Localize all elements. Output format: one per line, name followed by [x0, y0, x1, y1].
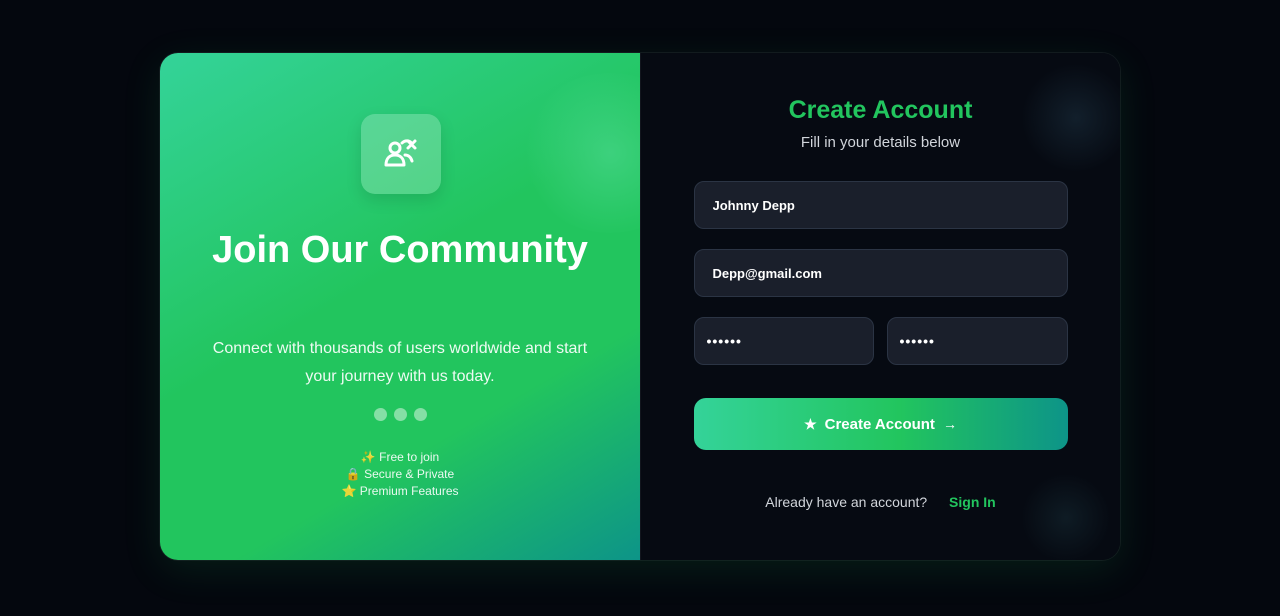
sparkles-icon: ✨	[360, 450, 376, 464]
signup-card: Join Our Community Connect with thousand…	[160, 53, 1120, 560]
feature-label: Premium Features	[359, 484, 459, 498]
feature-item: ✨ Free to join	[160, 449, 640, 466]
decorative-orb	[1020, 473, 1111, 560]
hero-subtitle: Connect with thousands of users worldwid…	[212, 340, 588, 385]
star-icon: ★	[804, 416, 817, 432]
full-name-input[interactable]	[693, 181, 1068, 229]
star-icon: ⭐	[341, 484, 357, 498]
create-account-label: Create Account	[824, 415, 935, 433]
feature-label: Free to join	[379, 450, 440, 464]
carousel-dot[interactable]	[393, 408, 407, 421]
sign-in-link[interactable]: Sign In	[949, 494, 996, 510]
carousel-dot[interactable]	[413, 408, 427, 421]
feature-label: Secure & Private	[364, 467, 455, 481]
confirm-password-input[interactable]	[886, 317, 1068, 365]
signin-prompt: Already have an account?	[765, 494, 928, 510]
create-account-button[interactable]: ★ Create Account →	[693, 398, 1068, 450]
hero-title: Join Our Community	[212, 229, 588, 271]
page: Join Our Community Connect with thousand…	[0, 0, 1280, 616]
password-input[interactable]	[693, 317, 874, 365]
feature-list: ✨ Free to join 🔒 Secure & Private ⭐ Prem…	[160, 449, 640, 500]
lock-icon: 🔒	[345, 467, 361, 481]
users-link-icon	[384, 139, 417, 167]
signin-row: Already have an account? Sign In	[641, 493, 1121, 511]
form-subtitle: Fill in your details below	[800, 134, 961, 151]
logo	[361, 114, 441, 194]
arrow-right-icon: →	[942, 416, 957, 432]
feature-item: 🔒 Secure & Private	[160, 466, 640, 483]
email-input[interactable]	[693, 249, 1068, 297]
form-title: Create Account	[788, 96, 973, 124]
promo-panel: Join Our Community Connect with thousand…	[160, 53, 700, 560]
form-panel: Create Account Fill in your details belo…	[639, 53, 1121, 560]
carousel-dots	[160, 408, 640, 421]
feature-item: ⭐ Premium Features	[160, 483, 640, 500]
carousel-dot[interactable]	[373, 408, 387, 421]
